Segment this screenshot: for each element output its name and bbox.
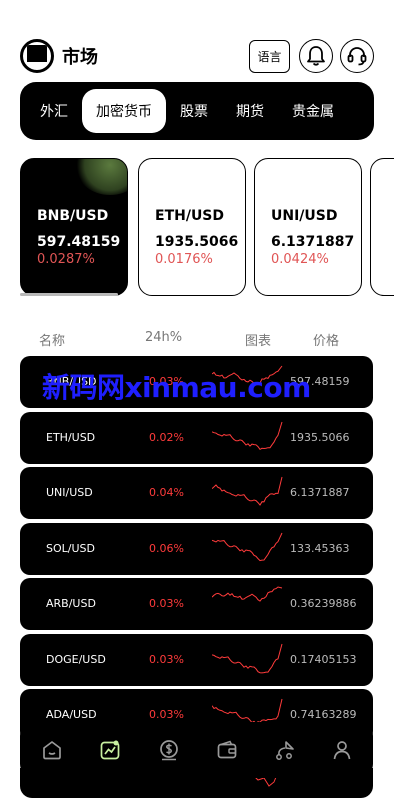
card-price: 6.1371887 (271, 234, 355, 250)
nav-market[interactable] (95, 735, 125, 765)
cards-scroll-indicator (20, 293, 118, 296)
featured-card[interactable]: UNI/USD 6.1371887 0.0424% (254, 158, 362, 296)
market-row[interactable]: DOGE/USD 0.03% 0.17405153 (20, 634, 373, 686)
row-symbol: SOL/USD (46, 542, 95, 555)
tab-crypto[interactable]: 加密货币 (82, 89, 166, 133)
featured-cards: BNB/USD 597.48159 0.0287% ETH/USD 1935.5… (20, 158, 394, 300)
nav-wallet[interactable] (212, 735, 242, 765)
row-change: 0.06% (149, 542, 184, 555)
language-button[interactable]: 语言 (249, 40, 290, 73)
tab-forex[interactable]: 外汇 (26, 89, 82, 133)
row-sparkline (212, 421, 283, 451)
card-price: 597.48159 (37, 234, 121, 250)
app-logo (20, 39, 54, 73)
row-symbol: DOGE/USD (46, 653, 106, 666)
row-change: 0.03% (149, 597, 184, 610)
tab-stocks[interactable]: 股票 (166, 89, 222, 133)
nav-home[interactable] (37, 735, 67, 765)
row-sparkline (212, 532, 283, 562)
market-chart-icon (100, 740, 120, 760)
notification-button[interactable] (299, 39, 333, 73)
wallet-icon (217, 740, 237, 759)
bottom-navigation (20, 722, 373, 778)
row-sparkline (212, 476, 283, 506)
customer-service-button[interactable] (340, 39, 374, 73)
bell-icon (307, 46, 325, 66)
featured-card[interactable]: BNB/USD 597.48159 0.0287% (20, 158, 128, 296)
tab-precious-metals[interactable]: 贵金属 (278, 89, 348, 133)
column-header-chart: 图表 (245, 334, 272, 349)
row-sparkline (212, 586, 283, 602)
dollar-coin-icon (160, 740, 178, 761)
row-price: 133.45363 (290, 542, 350, 555)
headset-icon (347, 47, 367, 66)
watermark: 新码网xinmau.com (42, 371, 311, 404)
row-price: 0.36239886 (290, 597, 357, 610)
header: 市场 语言 (20, 38, 374, 74)
row-sparkline (212, 643, 283, 674)
row-change: 0.02% (149, 431, 184, 444)
row-price: 1935.5066 (290, 431, 350, 444)
row-symbol: UNI/USD (46, 486, 93, 499)
featured-card[interactable]: ETH/USD 1935.5066 0.0176% (138, 158, 246, 296)
nav-profile[interactable] (327, 735, 357, 765)
market-row[interactable]: ETH/USD 0.02% 1935.5066 (20, 412, 373, 464)
market-row[interactable]: SOL/USD 0.06% 133.45363 (20, 523, 373, 575)
page-title: 市场 (62, 47, 98, 68)
home-icon (43, 741, 61, 760)
tab-futures[interactable]: 期货 (222, 89, 278, 133)
row-price: 6.1371887 (290, 486, 350, 499)
row-price: 0.17405153 (290, 653, 357, 666)
column-header-name: 名称 (39, 334, 66, 349)
card-symbol: ETH/USD (155, 208, 225, 224)
card-change: 0.0287% (37, 252, 95, 267)
market-row[interactable]: ARB/USD 0.03% 0.36239886 (20, 578, 373, 630)
row-change: 0.03% (149, 653, 184, 666)
row-symbol: ADA/USD (46, 708, 97, 721)
row-change: 0.04% (149, 486, 184, 499)
card-symbol: UNI/USD (271, 208, 338, 224)
category-tabs: 外汇 加密货币 股票 期货 贵金属 (20, 82, 374, 140)
route-icon (276, 741, 294, 760)
card-price: 1935.5066 (155, 234, 239, 250)
row-price: 0.74163289 (290, 708, 357, 721)
nav-discover[interactable] (270, 735, 300, 765)
card-change: 0.0424% (271, 252, 329, 267)
user-icon (333, 741, 351, 760)
market-row[interactable]: UNI/USD 0.04% 6.1371887 (20, 467, 373, 519)
column-header-price: 价格 (313, 334, 340, 349)
row-symbol: ETH/USD (46, 431, 96, 444)
featured-card-partial[interactable] (370, 158, 394, 296)
row-symbol: ARB/USD (46, 597, 96, 610)
nav-trade[interactable] (154, 735, 184, 765)
card-change: 0.0176% (155, 252, 213, 267)
row-change: 0.03% (149, 708, 184, 721)
column-header-change: 24h% (145, 330, 183, 345)
card-symbol: BNB/USD (37, 208, 109, 224)
